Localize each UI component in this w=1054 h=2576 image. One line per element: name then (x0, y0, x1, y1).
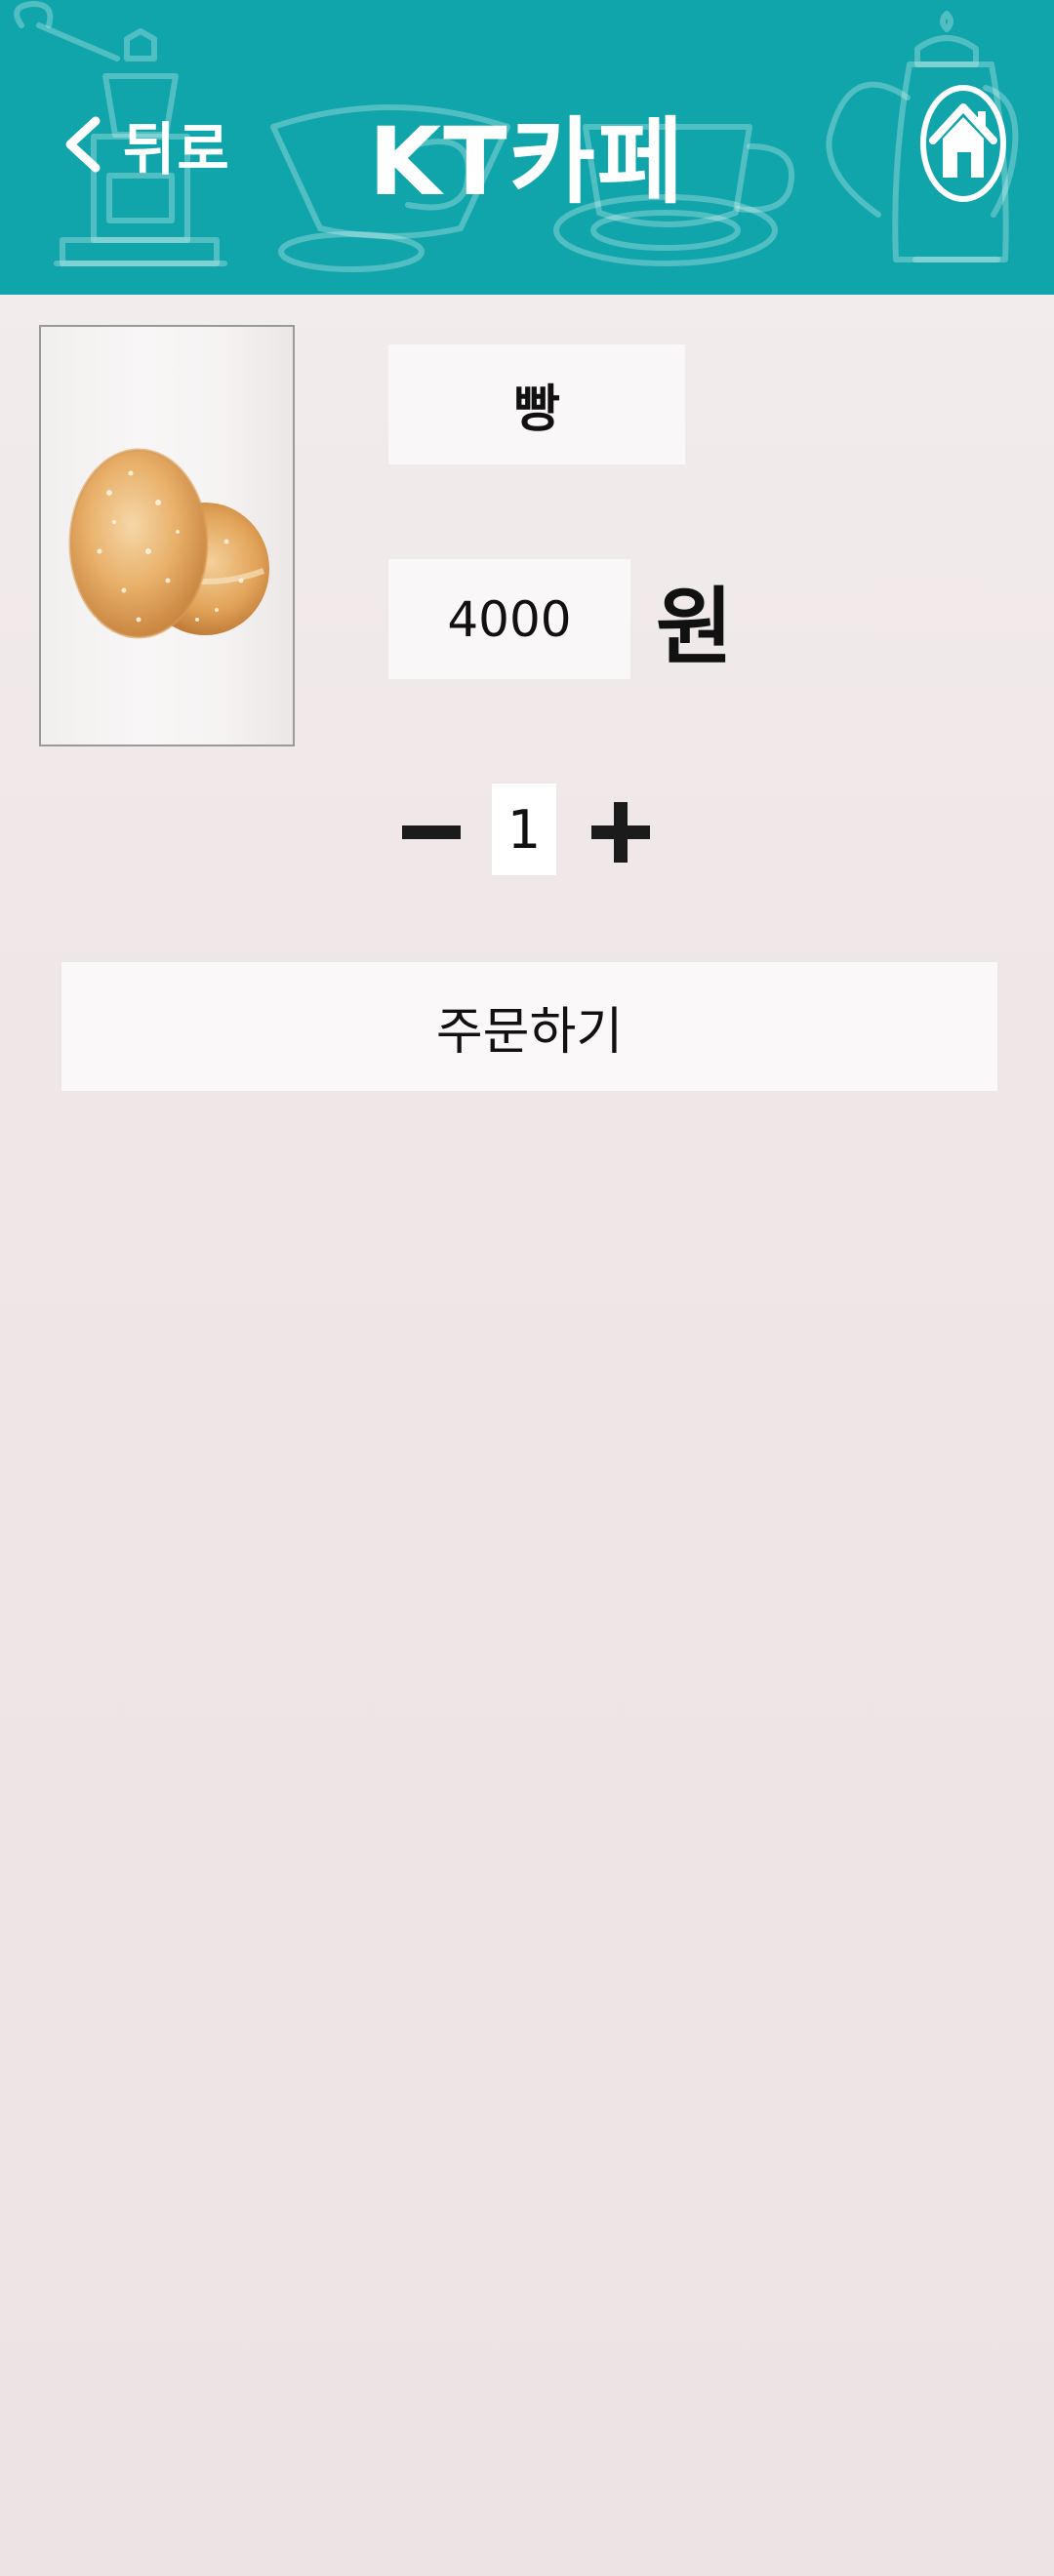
product-name: 빵 (388, 344, 685, 464)
app-header: 뒤로 KT카페 (0, 0, 1054, 295)
order-button[interactable]: 주문하기 (61, 962, 997, 1091)
donut-image (68, 448, 269, 639)
currency-label: 원 (656, 578, 734, 676)
product-image (39, 325, 295, 746)
quantity-value: 1 (492, 784, 556, 875)
page-title: KT카페 (368, 107, 686, 217)
home-icon[interactable] (919, 84, 1007, 203)
plus-icon[interactable] (589, 788, 652, 876)
minus-icon[interactable] (400, 784, 463, 881)
product-price: 4000 (388, 559, 630, 679)
